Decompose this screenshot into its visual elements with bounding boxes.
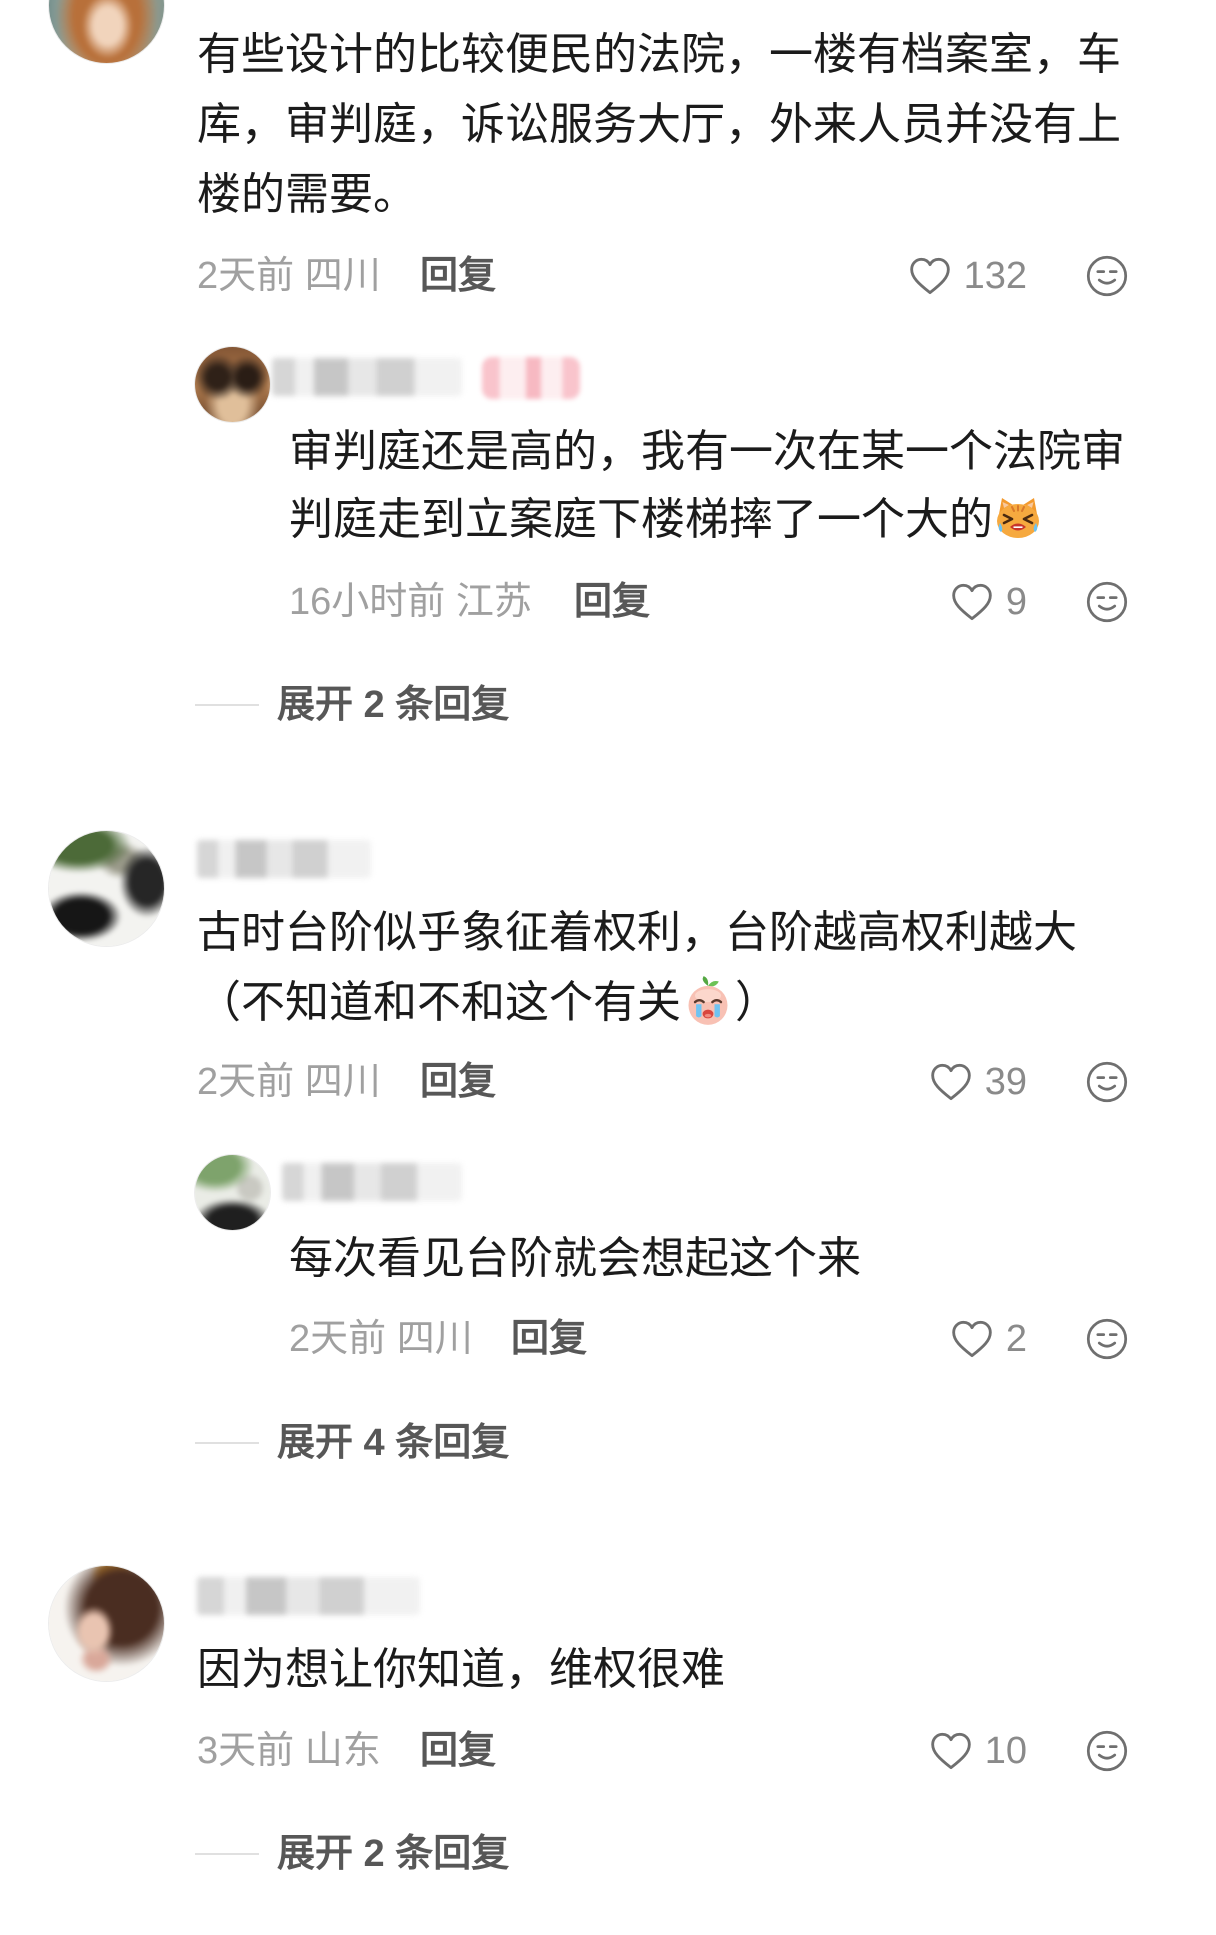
blurred-username[interactable] <box>282 1163 462 1201</box>
crying-peach-emoji-icon <box>682 975 734 1027</box>
reply-meta: 2天前 四川 回复 2 <box>0 1314 1216 1364</box>
reply-text: 每次看见台阶就会想起这个来 <box>289 1225 861 1293</box>
heart-icon <box>930 1732 971 1770</box>
like-count: 132 <box>963 255 1027 297</box>
comment-time-location: 3天前 山东 <box>197 1730 381 1772</box>
comment-text-line: 楼的需要。 <box>197 170 417 219</box>
comment-meta: 2天前 四川 回复 132 <box>0 251 1216 301</box>
like-count: 39 <box>984 1061 1027 1103</box>
like-count: 2 <box>1005 1318 1027 1360</box>
expand-replies-button[interactable]: 展开 2 条回复 <box>195 680 509 730</box>
smiley-face-icon[interactable] <box>1085 1317 1129 1361</box>
like-button[interactable]: 39 <box>929 1057 1027 1107</box>
comment-text-line: 有些设计的比较便民的法院，一楼有档案室，车 <box>197 30 1121 79</box>
comment-meta: 3天前 山东 回复 10 <box>0 1726 1216 1776</box>
reply-text-segment: 判庭走到立案庭下楼梯摔了一个大的 <box>289 495 993 544</box>
smiley-face-icon[interactable] <box>1085 1060 1129 1104</box>
comment-meta: 2天前 四川 回复 39 <box>0 1057 1216 1107</box>
comment-time-location: 2天前 四川 <box>197 255 381 297</box>
commenter-avatar[interactable] <box>49 831 164 946</box>
blurred-username[interactable] <box>272 358 462 396</box>
commenter-avatar[interactable] <box>49 0 164 63</box>
expand-replies-button[interactable]: 展开 2 条回复 <box>195 1829 509 1879</box>
reply-text-line: 判庭走到立案庭下楼梯摔了一个大的 <box>289 486 1125 554</box>
like-button[interactable]: 9 <box>950 577 1027 627</box>
heart-icon <box>909 257 950 295</box>
author-badge <box>482 357 580 399</box>
like-button[interactable]: 132 <box>908 251 1027 301</box>
expand-replies-button[interactable]: 展开 4 条回复 <box>195 1418 509 1468</box>
heart-icon <box>952 1320 992 1358</box>
replier-avatar[interactable] <box>195 347 270 422</box>
divider-line <box>195 1853 259 1855</box>
divider-line <box>195 704 259 706</box>
reply-time-location: 16小时前 江苏 <box>289 581 532 623</box>
reply-text-line: 每次看见台阶就会想起这个来 <box>289 1234 861 1283</box>
expand-replies-label: 展开 2 条回复 <box>277 684 510 726</box>
like-button[interactable]: 10 <box>929 1726 1027 1776</box>
comment-text: 古时台阶似乎象征着权利，台阶越高权利越大 （不知道和不和这个有关 ） <box>197 898 1077 1038</box>
blurred-username[interactable] <box>197 1577 420 1615</box>
reply-text-line: 审判庭还是高的，我有一次在某一个法院审 <box>289 427 1125 476</box>
like-count: 10 <box>984 1730 1027 1772</box>
smiley-face-icon[interactable] <box>1085 580 1129 624</box>
smiley-face-icon[interactable] <box>1085 254 1129 298</box>
reply-text: 审判庭还是高的，我有一次在某一个法院审 判庭走到立案庭下楼梯摔了一个大的 <box>289 418 1125 554</box>
comment-text-line: 古时台阶似乎象征着权利，台阶越高权利越大 <box>197 908 1077 957</box>
comment-text-line: （不知道和不和这个有关 ） <box>197 968 1077 1038</box>
heart-icon <box>930 1063 971 1101</box>
reply-meta: 16小时前 江苏 回复 9 <box>0 577 1216 627</box>
reply-time-location: 2天前 四川 <box>289 1318 473 1360</box>
reply-button[interactable]: 回复 <box>420 1726 496 1776</box>
reply-button[interactable]: 回复 <box>420 1057 496 1107</box>
like-button[interactable]: 2 <box>950 1314 1027 1364</box>
heart-icon <box>952 583 992 621</box>
reply-button[interactable]: 回复 <box>511 1314 587 1364</box>
reply-button[interactable]: 回复 <box>574 577 650 627</box>
blurred-username[interactable] <box>197 840 371 878</box>
expand-replies-label: 展开 2 条回复 <box>277 1833 510 1875</box>
expand-replies-label: 展开 4 条回复 <box>277 1422 510 1464</box>
comment-text: 因为想让你知道，维权很难 <box>197 1635 725 1705</box>
smiley-face-icon[interactable] <box>1085 1729 1129 1773</box>
replier-avatar[interactable] <box>195 1155 270 1230</box>
like-count: 9 <box>1005 581 1027 623</box>
comment-text-segment: （不知道和不和这个有关 <box>197 978 681 1027</box>
comment-text-line: 因为想让你知道，维权很难 <box>197 1645 725 1694</box>
commenter-avatar[interactable] <box>49 1566 164 1681</box>
comment-time-location: 2天前 四川 <box>197 1061 381 1103</box>
divider-line <box>195 1442 259 1444</box>
comment-text: 有些设计的比较便民的法院，一楼有档案室，车 库，审判庭，诉讼服务大厅，外来人员并… <box>197 20 1121 230</box>
crying-cat-emoji-icon <box>994 494 1042 542</box>
reply-button[interactable]: 回复 <box>420 251 496 301</box>
comment-text-segment: ） <box>735 978 779 1027</box>
comment-text-line: 库，审判庭，诉讼服务大厅，外来人员并没有上 <box>197 100 1121 149</box>
